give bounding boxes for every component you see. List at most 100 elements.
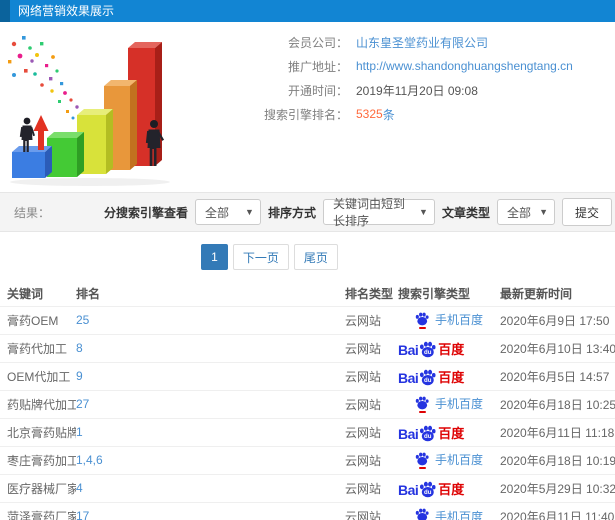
- engine-type-cell: Bai du 百度: [398, 361, 500, 390]
- table-row: OEM代加工 9 云网站 Bai du 百度 2020年6月5日 14:57: [0, 361, 615, 390]
- growth-chart-graphic: [8, 36, 170, 186]
- rank-link[interactable]: 27: [76, 389, 345, 418]
- article-type-select[interactable]: 全部 ▼: [496, 199, 555, 225]
- baidu-mobile-paw-icon: [414, 508, 430, 520]
- table-row: 北京膏药贴牌 1 云网站 Bai du 百度 2020年6月11日 11:18: [0, 417, 615, 446]
- engine-type-cell: Bai du 百度: [398, 389, 500, 418]
- rank-type-cell: 云网站: [345, 445, 398, 474]
- baidu-mobile-paw-icon: [414, 312, 430, 329]
- baidu-bai-text: Bai: [398, 425, 419, 442]
- info-row: 开通时间： 2019年11月20日 09:08: [198, 78, 615, 102]
- info-row: 推广地址： http://www.shandonghuangshengtang.…: [198, 54, 615, 78]
- engine-view-select[interactable]: 全部 ▼: [194, 199, 261, 225]
- rank-type-cell: 云网站: [345, 361, 398, 390]
- mobile-baidu-label: 手机百度: [435, 397, 484, 412]
- info-label: 推广地址：: [287, 59, 348, 74]
- page-1-button[interactable]: 1: [201, 244, 228, 270]
- rank-link[interactable]: 8: [76, 333, 345, 362]
- info-value: 2019年11月20日 09:08: [356, 83, 478, 98]
- info-value: 山东皇圣堂药业有限公司: [356, 35, 489, 50]
- info-row: 搜索引擎排名： 5325 条: [198, 102, 615, 126]
- header-rank: 排名: [76, 287, 101, 302]
- rank-type-cell: 云网站: [345, 333, 398, 362]
- mobile-baidu-label: 手机百度: [435, 509, 484, 520]
- engine-type-cell: Bai du 百度: [398, 333, 500, 362]
- header-engine-type: 搜索引擎类型: [398, 287, 471, 302]
- sort-select[interactable]: 关键词由短到长排序 ▼: [322, 197, 435, 228]
- up-arrow-icon: [33, 115, 49, 150]
- rank-link[interactable]: 25: [76, 305, 345, 334]
- info-label: 会员公司：: [287, 35, 348, 50]
- svg-text:du: du: [424, 489, 432, 496]
- rank-link[interactable]: 17: [76, 501, 345, 520]
- last-page-button[interactable]: 尾页: [293, 244, 338, 270]
- mobile-baidu-label: 手机百度: [435, 313, 484, 328]
- baidu-pc-logo: Bai du 百度: [398, 479, 464, 498]
- header-rank-type: 排名类型: [345, 287, 394, 302]
- rank-link[interactable]: 9: [76, 361, 345, 390]
- sort-label: 排序方式: [267, 205, 316, 220]
- svg-text:du: du: [424, 377, 432, 384]
- caret-down-icon: ▼: [419, 207, 428, 217]
- updated-time-cell: 2020年6月11日 11:40: [500, 501, 615, 520]
- updated-time-cell: 2020年6月10日 13:40: [500, 333, 615, 362]
- updated-time-cell: 2020年6月11日 11:18: [500, 417, 615, 446]
- filter-controls: 分搜索引擎查看 全部 ▼ 排序方式 关键词由短到长排序 ▼ 文章类型 全部 ▼ …: [103, 197, 612, 228]
- rank-link[interactable]: 4: [76, 473, 345, 502]
- baidu-cn-text: 百度: [438, 341, 465, 357]
- info-label: 开通时间：: [287, 83, 348, 98]
- header-keyword: 关键词: [7, 287, 44, 302]
- engine-view-label: 分搜索引擎查看: [103, 205, 188, 220]
- pagination-section: 1 下一页 尾页: [0, 232, 615, 282]
- results-table: 关键词 排名 排名类型 搜索引擎类型 最新更新时间 膏药OEM 25 云网站 B…: [0, 282, 615, 520]
- article-type-label: 文章类型: [441, 205, 490, 220]
- keyword-cell: 枣庄膏药加工: [0, 445, 76, 474]
- table-row: 医疗器械厂家 4 云网站 Bai du 百度 2020年5月29日 10:32: [0, 473, 615, 502]
- engine-type-cell: Bai du 百度: [398, 501, 500, 520]
- rank-link[interactable]: 1,4,6: [76, 445, 345, 474]
- baidu-mobile-red-mark: [419, 466, 426, 469]
- title-bar: 网络营销效果展示: [0, 0, 615, 22]
- baidu-pc-logo: Bai du 百度: [398, 423, 464, 442]
- table-row: 膏药代加工 8 云网站 Bai du 百度 2020年6月10日 13:40: [0, 333, 615, 362]
- caret-down-icon: ▼: [245, 207, 254, 217]
- rank-type-cell: 云网站: [345, 389, 398, 418]
- page-title: 网络营销效果展示: [18, 4, 115, 18]
- rank-type-cell: 云网站: [345, 305, 398, 334]
- keyword-cell: 菏泽膏药厂家: [0, 501, 76, 520]
- ground-shadow: [10, 178, 170, 186]
- engine-type-cell: Bai du 百度: [398, 445, 500, 474]
- rank-link[interactable]: 1: [76, 417, 345, 446]
- baidu-pc-logo: Bai du 百度: [398, 367, 464, 386]
- baidu-cn-text: 百度: [438, 481, 465, 497]
- svg-text:du: du: [424, 433, 432, 440]
- info-value-suffix: 条: [382, 107, 395, 122]
- baidu-cn-text: 百度: [438, 369, 465, 385]
- keyword-cell: 膏药OEM: [0, 305, 76, 334]
- baidu-mobile-logo: 手机百度: [414, 311, 484, 329]
- engine-type-cell: Bai du 百度: [398, 473, 500, 502]
- table-row: 菏泽膏药厂家 17 云网站 Bai du 百度: [0, 501, 615, 520]
- updated-time-cell: 2020年6月5日 14:57: [500, 361, 615, 390]
- bar-blue: [12, 146, 52, 178]
- keyword-cell: 北京膏药贴牌: [0, 417, 76, 446]
- filter-bar: 结果： 分搜索引擎查看 全部 ▼ 排序方式 关键词由短到长排序 ▼ 文章类型 全…: [0, 192, 615, 232]
- baidu-pc-logo: Bai du 百度: [398, 339, 464, 358]
- baidu-mobile-red-mark: [419, 326, 426, 329]
- keyword-cell: 医疗器械厂家: [0, 473, 76, 502]
- keyword-cell: 药贴牌代加工: [0, 389, 76, 418]
- engine-view-selected: 全部: [204, 205, 229, 220]
- article-type-selected: 全部: [506, 205, 531, 220]
- bar-chart-illustration: [0, 22, 198, 192]
- next-page-button[interactable]: 下一页: [232, 244, 289, 270]
- table-header-row: 关键词 排名 排名类型 搜索引擎类型 最新更新时间: [0, 282, 615, 306]
- updated-time-cell: 2020年6月18日 10:19: [500, 445, 615, 474]
- caret-down-icon: ▼: [539, 207, 548, 217]
- baidu-mobile-logo: 手机百度: [414, 451, 483, 469]
- bar-green: [47, 132, 84, 177]
- table-row: 枣庄膏药加工 1,4,6 云网站 Bai du 百度: [0, 445, 615, 474]
- baidu-mobile-paw-icon: [414, 396, 430, 413]
- info-label: 搜索引擎排名：: [263, 107, 348, 122]
- title-bar-accent: [0, 0, 10, 22]
- submit-button[interactable]: 提交: [561, 198, 612, 226]
